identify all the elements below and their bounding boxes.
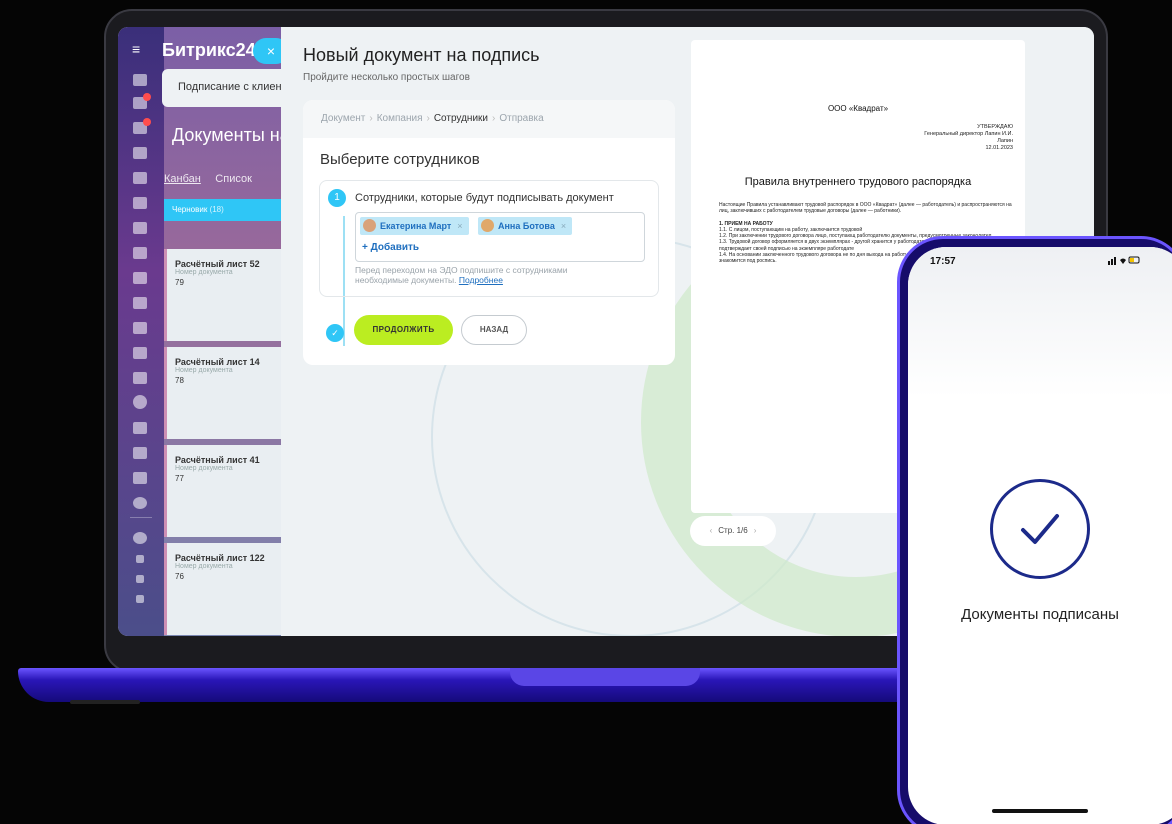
breadcrumb: Документ › Компания › Сотрудники › Отправка [303,100,675,138]
calendar-icon[interactable] [133,147,147,159]
signer-token[interactable]: Екатерина Март × [360,217,469,235]
add-signer-link[interactable]: + Добавить [362,242,419,253]
slider-title: Новый документ на подпись [303,45,540,65]
step-title: Выберите сотрудников [320,151,480,168]
page-indicator: Стр. 1/6 [718,526,748,535]
signal-wifi-battery-icon [1108,256,1140,265]
breadcrumb-separator: › [492,113,496,124]
status-icons [1108,255,1142,267]
stage: ≡ Битрикс24. × Подписание с клиен Докуме… [0,0,1172,824]
phone-screen: 17:57 Документы подписаны [908,247,1172,824]
doc-title: Правила внутреннего трудового распорядка [744,176,972,188]
brand-logo: Битрикс24. [162,40,261,60]
menu-icon[interactable]: ≡ [132,41,140,57]
remove-icon[interactable]: × [561,221,566,231]
cart-icon[interactable] [133,372,147,384]
drive-icon[interactable] [133,197,147,209]
back-button[interactable]: НАЗАД [461,315,527,345]
laptop-foot [70,700,140,704]
filter-icon[interactable] [133,297,147,309]
left-page-title: Документы на [172,125,290,145]
column-label: Черновик [172,205,208,214]
signer-token[interactable]: Анна Ботова × [478,217,573,235]
print-icon[interactable] [133,447,147,459]
continue-button[interactable]: ПРОДОЛЖИТЬ [354,315,453,345]
notification-dot [143,118,151,126]
more-link[interactable]: Подробнее [459,275,503,285]
box-icon[interactable] [133,472,147,484]
signers-label: Сотрудники, которые будут подписывать до… [355,192,614,204]
doc-intro: Настоящие Правила устанавливают трудовой… [719,202,1012,215]
document-icon[interactable] [133,172,147,184]
breadcrumb-current: Сотрудники [433,113,488,124]
wizard-card: Документ › Компания › Сотрудники › Отправка Вы… [303,100,675,365]
company-icon[interactable] [133,322,147,334]
approval-title: УТВЕРЖДАЮ [977,124,1013,130]
contact-card-icon[interactable] [133,422,147,434]
signer-name: Екатерина Март [380,221,452,231]
target-icon[interactable] [133,347,147,359]
success-check-icon [990,479,1090,579]
hint-text: Перед переходом на ЭДО подпишите с сотру… [355,265,615,285]
phone-time: 17:57 [930,256,956,267]
signer-name: Анна Ботова [498,221,555,231]
breadcrumb-item[interactable]: Документ [321,113,365,124]
signers-step: 1 Сотрудники, которые будут подписывать … [319,180,659,297]
approver-sign: Лапин [997,138,1013,144]
mail-icon[interactable] [133,222,147,234]
approval-date: 12.01.2023 [985,145,1013,151]
prev-page-icon[interactable]: ‹ [710,526,713,535]
check-icon: ✓ [326,324,344,342]
column-count: (18) [209,205,224,214]
add-icon[interactable] [136,595,144,603]
team-icon[interactable] [133,247,147,259]
network-icon[interactable] [136,555,144,563]
avatar [363,219,376,232]
doc-company: ООО «Квадрат» [827,104,889,113]
home-indicator [992,809,1088,813]
sign-icon[interactable] [133,395,147,409]
laptop-notch [510,668,700,686]
checkmark-icon [1021,514,1059,544]
step-number: 1 [328,189,346,207]
tab-kanban[interactable]: Канбан [164,173,201,185]
breadcrumb-item[interactable]: Отправка [499,113,543,124]
breadcrumb-separator: › [369,113,373,124]
approver: Генеральный директор Лапин И.И. [924,131,1013,137]
sidebar-icon-1[interactable] [133,74,147,86]
help-icon[interactable] [133,532,147,544]
signers-field[interactable]: Екатерина Март × Анна Ботова × + Добавить [355,212,645,262]
sidebar-divider [130,517,152,518]
phone-header-gradient [908,247,1172,397]
breadcrumb-item[interactable]: Компания [377,113,423,124]
left-sidebar: ≡ [118,27,164,636]
success-message: Документы подписаны [961,606,1119,623]
more-icon[interactable] [133,497,147,509]
doc-approval: УТВЕРЖДАЮ Генеральный директор Лапин И.И… [924,124,1013,152]
remove-icon[interactable]: × [457,221,462,231]
next-page-icon[interactable]: › [754,526,757,535]
breadcrumb-separator: › [426,113,430,124]
tab-list[interactable]: Список [215,173,252,185]
avatar [481,219,494,232]
slider-subtitle: Пройдите несколько простых шагов [303,72,470,83]
settings-icon[interactable] [136,575,144,583]
pager: ‹ Стр. 1/6 › [690,516,776,546]
notification-dot [143,93,151,101]
tasks-icon[interactable] [133,272,147,284]
